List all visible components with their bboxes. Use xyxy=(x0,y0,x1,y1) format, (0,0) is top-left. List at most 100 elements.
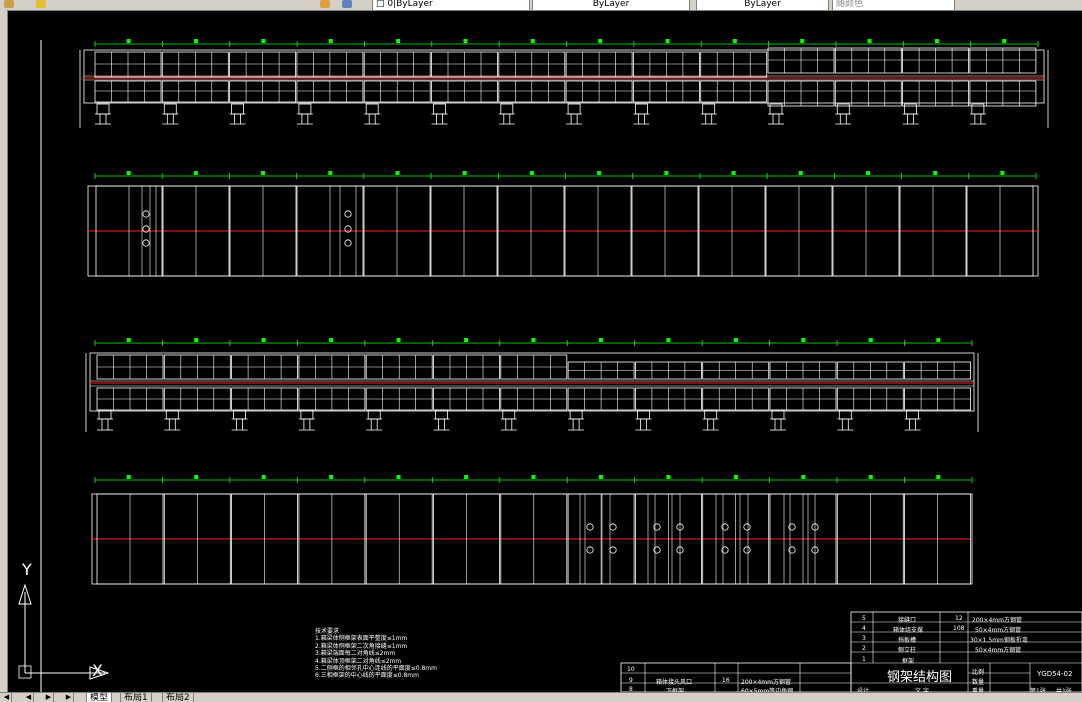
support-foot xyxy=(635,103,648,115)
dimension-marker xyxy=(801,338,806,342)
notes-line: 4.箱梁体顶框架二对角线≤2mm xyxy=(315,657,402,665)
dimension-marker xyxy=(868,338,873,342)
bom-no: 4 xyxy=(862,625,866,632)
dimension-marker xyxy=(328,39,333,43)
support-foot xyxy=(298,103,312,115)
support-foot xyxy=(231,103,245,115)
dimension-marker xyxy=(865,171,870,175)
bolt-hole xyxy=(743,546,751,554)
lower-no: 10 xyxy=(627,666,635,673)
dimension-marker xyxy=(395,171,400,175)
bom-name: 箱体组支撑 xyxy=(893,627,924,634)
bolt-hole xyxy=(344,239,352,247)
dimension-marker xyxy=(126,475,131,479)
drawing-title: 钢架结构图 xyxy=(887,670,953,685)
support-foot xyxy=(971,103,985,115)
ucs-x-label: X xyxy=(92,661,103,680)
lower-spec: 200×4mm方钢管 xyxy=(741,679,791,686)
dimension-marker xyxy=(329,338,334,342)
dimension-marker xyxy=(328,171,333,175)
dimension-marker xyxy=(194,338,199,342)
bom-spec: 200×4mm方钢管 xyxy=(972,617,1022,624)
bom-qty: 108 xyxy=(953,625,965,632)
lower-name: 箱体接头风口 xyxy=(656,679,693,686)
support-foot xyxy=(702,103,716,115)
dimension-marker xyxy=(194,39,199,43)
dimension-marker xyxy=(665,39,670,43)
lower-qty: 16 xyxy=(722,677,730,684)
support-foot xyxy=(365,103,379,115)
bolt-hole xyxy=(609,546,617,554)
dimension-marker xyxy=(733,338,738,342)
dimension-marker xyxy=(936,475,941,479)
dimension-marker xyxy=(261,475,266,479)
bom-no: 2 xyxy=(862,645,866,652)
bom-no: 3 xyxy=(862,635,866,642)
dimension-marker xyxy=(529,171,534,175)
dimension-marker xyxy=(261,338,266,342)
support-foot xyxy=(769,103,783,115)
dimension-marker xyxy=(1002,39,1007,43)
dimension-marker xyxy=(867,39,872,43)
dimension-marker xyxy=(126,338,131,342)
ucs-y-label: Y xyxy=(22,560,32,579)
bolt-hole xyxy=(743,523,751,531)
bolt-hole xyxy=(586,523,594,531)
support-foot xyxy=(433,103,446,115)
dimension-marker xyxy=(868,475,873,479)
bom-no: 1 xyxy=(862,656,866,663)
dimension-marker xyxy=(801,475,806,479)
dimension-marker xyxy=(733,475,738,479)
drawing-number: YGD54-02 xyxy=(1037,670,1073,678)
smiley-icon[interactable] xyxy=(36,0,46,8)
dimension-marker xyxy=(396,39,401,43)
dimension-marker xyxy=(261,171,266,175)
dimension-marker xyxy=(464,338,469,342)
dimension-marker xyxy=(666,338,671,342)
dimension-marker xyxy=(598,338,603,342)
drawing-canvas[interactable] xyxy=(8,10,1082,692)
dimension-marker xyxy=(194,475,199,479)
bolt-hole xyxy=(142,210,150,218)
dimension-marker xyxy=(530,39,535,43)
bolt-hole xyxy=(586,546,594,554)
dimension-marker xyxy=(463,39,468,43)
dimension-marker xyxy=(798,171,803,175)
dimension-marker xyxy=(462,171,467,175)
bom-spec: 50×4mm方钢管 xyxy=(975,647,1022,654)
technical-notes: 技术要求 1.箱梁体侧框架表面平整度≤1mm 2.箱梁体侧框架二次角接缝≤1mm… xyxy=(315,628,437,680)
qty-label: 数量 xyxy=(972,679,985,686)
dimension-marker xyxy=(329,475,334,479)
dimension-marker xyxy=(934,39,939,43)
support-foot xyxy=(836,103,850,115)
dimension-marker xyxy=(732,39,737,43)
dimension-marker xyxy=(531,338,536,342)
dimension-marker xyxy=(261,39,266,43)
dimension-marker xyxy=(126,171,131,175)
dimension-marker xyxy=(126,39,131,43)
dimension-marker xyxy=(666,475,671,479)
cad-drawing xyxy=(18,39,1082,692)
notes-line: 3.箱梁端面每二对角线≤2mm xyxy=(315,650,396,658)
layer-icon[interactable] xyxy=(320,0,330,8)
lower-no: 9 xyxy=(629,677,633,684)
open-icon[interactable] xyxy=(4,0,14,8)
bom-spec: 50×4mm方钢管 xyxy=(975,627,1022,634)
left-scroll-strip[interactable] xyxy=(0,10,8,692)
support-foot xyxy=(96,103,110,115)
bolt-hole xyxy=(609,523,617,531)
dimension-marker xyxy=(193,171,198,175)
bolt-hole xyxy=(142,239,150,247)
support-foot xyxy=(163,103,177,115)
dimension-marker xyxy=(464,475,469,479)
notes-line: 1.箱梁体侧框架表面平整度≤1mm xyxy=(315,635,408,643)
notes-line: 6.三相框架的中心线的平面度≤0.8mm xyxy=(315,672,419,680)
layer-states-icon[interactable] xyxy=(342,0,352,8)
bolt-hole xyxy=(344,210,352,218)
dimension-marker xyxy=(396,475,401,479)
dimension-marker xyxy=(800,39,805,43)
bom-qty: 12 xyxy=(955,615,963,622)
dimension-marker xyxy=(1000,171,1005,175)
dimension-marker xyxy=(731,171,736,175)
dimension-marker xyxy=(396,338,401,342)
